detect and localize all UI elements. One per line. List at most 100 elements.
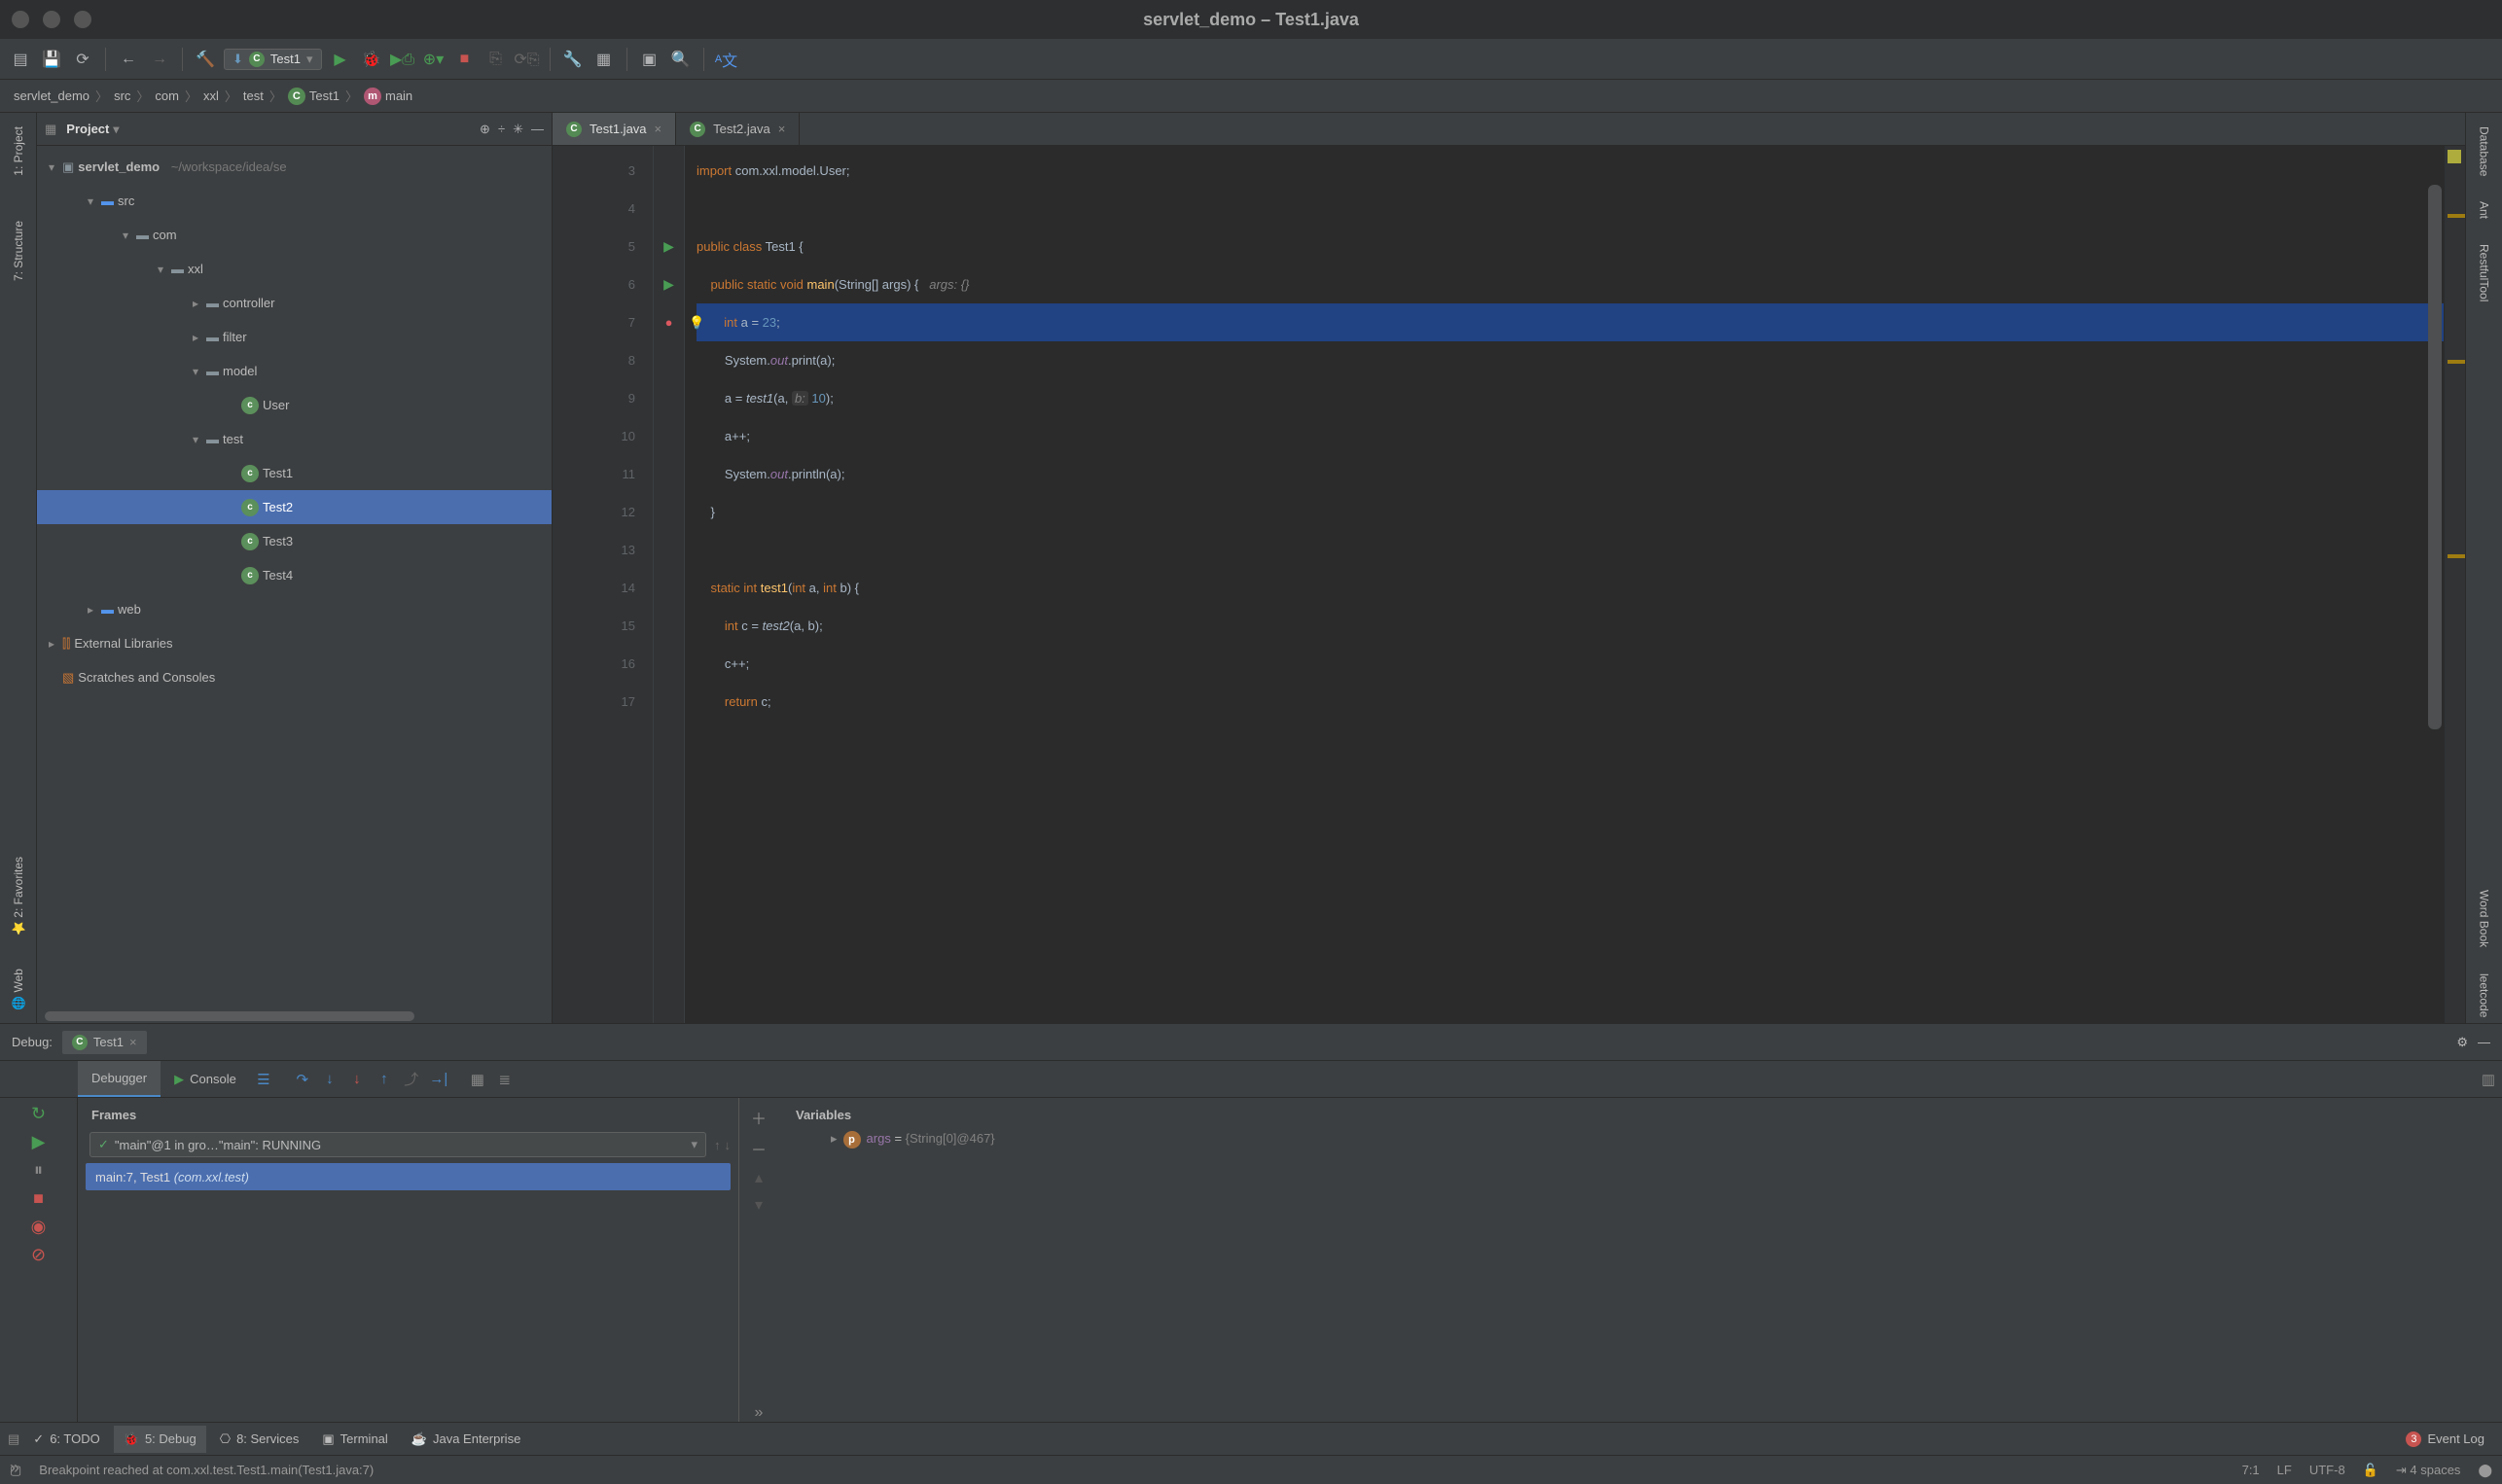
hide-icon[interactable]: —	[531, 122, 544, 137]
todo-tab[interactable]: ✓6: TODO	[23, 1426, 109, 1453]
run-icon[interactable]: ▶	[328, 47, 353, 72]
debug-bottom-tab[interactable]: 🐞5: Debug	[114, 1426, 206, 1453]
stop-debug-icon[interactable]: ■	[33, 1188, 44, 1209]
structure-tool-button[interactable]: 7: Structure	[12, 215, 25, 287]
tab-test2[interactable]: CTest2.java×	[676, 113, 800, 145]
step-out-icon[interactable]: ↑	[371, 1061, 398, 1097]
hammer-icon[interactable]: 🔨	[193, 47, 218, 72]
open-icon[interactable]: ▤	[8, 47, 33, 72]
indent-config[interactable]: ⇥ 4 spaces	[2396, 1463, 2461, 1478]
web-tool-button[interactable]: 🌐 Web	[12, 963, 25, 1015]
trace-icon[interactable]: ≣	[491, 1061, 518, 1097]
database-tool-button[interactable]: Database	[2478, 121, 2491, 182]
crumb-xxl[interactable]: xxl	[199, 88, 223, 103]
close-window-icon[interactable]	[12, 11, 29, 28]
memory-icon[interactable]: ⬤	[2478, 1463, 2492, 1478]
restful-tool-button[interactable]: RestfulTool	[2478, 238, 2491, 307]
settings-icon[interactable]: ✳	[513, 122, 523, 137]
crumb-com[interactable]: com	[151, 88, 183, 103]
editor-scrollbar[interactable]	[2428, 185, 2442, 729]
run-gutter-icon[interactable]: ▶	[654, 265, 684, 303]
crumb-test[interactable]: test	[239, 88, 268, 103]
crumb-class[interactable]: CTest1	[284, 88, 343, 105]
close-debug-tab-icon[interactable]: ×	[129, 1035, 137, 1049]
breakpoint-icon[interactable]: ●	[654, 303, 684, 341]
crumb-src[interactable]: src	[110, 88, 134, 103]
back-icon[interactable]: ←	[116, 47, 141, 72]
stack-frame[interactable]: main:7, Test1 (com.xxl.test)	[86, 1163, 731, 1190]
next-frame-icon[interactable]: ↓	[725, 1138, 732, 1152]
tab-test1[interactable]: CTest1.java×	[553, 113, 676, 145]
line-ending[interactable]: LF	[2277, 1463, 2292, 1477]
drop-frame-icon[interactable]: ⤴	[398, 1061, 425, 1097]
breakpoints-icon[interactable]: ◉	[31, 1217, 47, 1237]
maximize-window-icon[interactable]	[74, 11, 91, 28]
minimize-window-icon[interactable]	[43, 11, 60, 28]
resume-icon[interactable]: ▶	[32, 1132, 46, 1152]
step-into-icon[interactable]: ↓	[316, 1061, 343, 1097]
pause-icon[interactable]: ⏸	[34, 1160, 43, 1181]
close-tab-icon[interactable]: ×	[778, 122, 786, 136]
debugger-tab[interactable]: Debugger	[78, 1061, 161, 1097]
editor-minimap[interactable]	[2444, 146, 2465, 1023]
more-icon[interactable]: »	[10, 1458, 19, 1478]
search-icon[interactable]: 🔍	[668, 47, 694, 72]
event-log-tab[interactable]: 3Event Log	[2396, 1426, 2494, 1453]
services-tab[interactable]: ⎔8: Services	[210, 1426, 309, 1453]
stop-icon[interactable]: ■	[452, 47, 478, 72]
locate-icon[interactable]: ⊕	[480, 122, 490, 137]
intention-bulb-icon[interactable]: 💡	[689, 315, 704, 330]
file-encoding[interactable]: UTF-8	[2309, 1463, 2345, 1477]
project-tree[interactable]: ▾▣ servlet_demo ~/workspace/idea/se ▾▬ s…	[37, 146, 552, 1023]
wrench-icon[interactable]: 🔧	[560, 47, 586, 72]
prev-frame-icon[interactable]: ↑	[714, 1138, 721, 1152]
project-tool-button[interactable]: 1: Project	[12, 121, 25, 182]
rerun-icon[interactable]: ↻	[31, 1104, 46, 1124]
debug-icon[interactable]: 🐞	[359, 47, 384, 72]
ant-tool-button[interactable]: Ant	[2478, 195, 2491, 225]
update-icon[interactable]: ⟳⎘	[515, 47, 540, 72]
layout-icon[interactable]: ▥	[2475, 1061, 2502, 1097]
mute-breakpoints-icon[interactable]: ⊘	[31, 1245, 46, 1265]
watch-down-icon[interactable]: ▾	[755, 1195, 763, 1215]
crumb-method[interactable]: mmain	[360, 88, 416, 105]
favorites-tool-button[interactable]: ⭐ 2: Favorites	[12, 851, 25, 941]
step-over-icon[interactable]: ↷	[289, 1061, 316, 1097]
remove-watch-icon[interactable]: －	[751, 1137, 767, 1160]
collapse-icon[interactable]: ÷	[498, 122, 505, 137]
sync-icon[interactable]: ⟳	[70, 47, 95, 72]
watch-up-icon[interactable]: ▴	[755, 1168, 763, 1187]
cursor-position[interactable]: 7:1	[2242, 1463, 2260, 1477]
tree-item-test2[interactable]: c Test2	[37, 490, 552, 524]
run-to-cursor-icon[interactable]: →|	[425, 1061, 452, 1097]
force-step-into-icon[interactable]: ↓	[343, 1061, 371, 1097]
debug-settings-icon[interactable]: ⚙	[2456, 1035, 2468, 1050]
evaluate-icon[interactable]: ▦	[464, 1061, 491, 1097]
add-watch-icon[interactable]: ＋	[751, 1106, 767, 1129]
avd-icon[interactable]: ▣	[637, 47, 662, 72]
console-tab[interactable]: ▶Console	[161, 1061, 250, 1097]
thread-selector[interactable]: ✓ "main"@1 in gro…"main": RUNNING ▾	[89, 1132, 706, 1157]
close-tab-icon[interactable]: ×	[655, 122, 662, 136]
leetcode-tool-button[interactable]: leetcode	[2478, 968, 2491, 1023]
code-editor[interactable]: 34567891011121314151617 ▶ ▶ ● import com…	[553, 146, 2465, 1023]
profiler-icon[interactable]: ⊕▾	[421, 47, 447, 72]
readonly-icon[interactable]: 🔓	[2363, 1463, 2378, 1478]
java-ee-tab[interactable]: ☕Java Enterprise	[402, 1426, 531, 1453]
terminal-tab[interactable]: ▣Terminal	[312, 1426, 397, 1453]
variable-row[interactable]: ▸pargs = {String[0]@467}	[792, 1126, 2488, 1148]
crumb-project[interactable]: servlet_demo	[10, 88, 93, 103]
project-view-label[interactable]: Project	[66, 122, 109, 136]
more-icon[interactable]: »	[755, 1404, 764, 1422]
save-icon[interactable]: 💾	[39, 47, 64, 72]
forward-icon[interactable]: →	[147, 47, 172, 72]
attach-icon[interactable]: ⎘	[483, 47, 509, 72]
debug-hide-icon[interactable]: —	[2478, 1035, 2490, 1049]
wordbook-tool-button[interactable]: Word Book	[2478, 884, 2491, 953]
coverage-icon[interactable]: ▶⎙	[390, 47, 415, 72]
translate-icon[interactable]: ᴬ文	[714, 47, 739, 72]
toggle-tabs-icon[interactable]: ▤	[8, 1431, 19, 1447]
structure-icon[interactable]: ▦	[591, 47, 617, 72]
run-gutter-icon[interactable]: ▶	[654, 228, 684, 265]
tree-scrollbar[interactable]	[45, 1011, 414, 1021]
